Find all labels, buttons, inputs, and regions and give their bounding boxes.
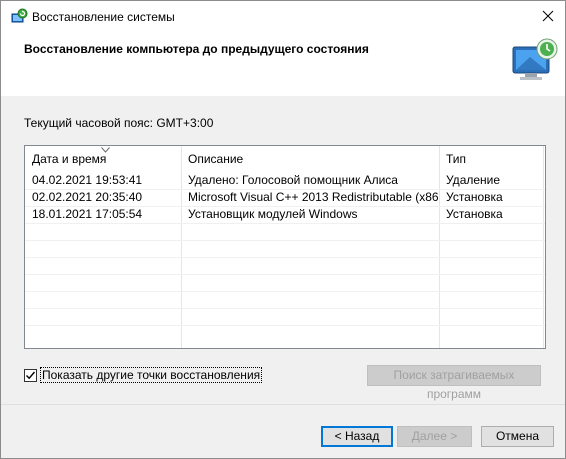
row-date: 18.01.2021 17:05:54 xyxy=(32,207,143,221)
row-gridline xyxy=(25,240,545,241)
row-description: Установщик модулей Windows xyxy=(188,207,358,221)
table-row[interactable]: 18.01.2021 17:05:54 Установщик модулей W… xyxy=(25,206,545,223)
list-header: Дата и время Описание Тип xyxy=(25,146,545,172)
close-button[interactable] xyxy=(531,1,565,31)
next-button[interactable]: Далее > xyxy=(397,426,472,447)
footer-divider xyxy=(1,404,565,405)
row-gridline xyxy=(25,274,545,275)
back-button[interactable]: < Назад xyxy=(321,426,393,447)
window-title: Восстановление системы xyxy=(32,10,175,24)
column-header-date[interactable]: Дата и время xyxy=(25,146,181,172)
scan-affected-programs-button[interactable]: Поиск затрагиваемых программ xyxy=(367,365,541,401)
system-restore-window: Восстановление системы Восстановление ко… xyxy=(0,0,566,459)
cancel-button[interactable]: Отмена xyxy=(481,426,554,447)
checkmark-icon xyxy=(26,371,36,379)
page-heading: Восстановление компьютера до предыдущего… xyxy=(24,42,369,56)
row-type: Удаление xyxy=(446,173,501,187)
show-more-checkbox[interactable]: Показать другие точки восстановления xyxy=(24,367,263,383)
row-type: Установка xyxy=(446,207,503,221)
row-date: 02.02.2021 20:35:40 xyxy=(32,190,143,204)
row-type: Установка xyxy=(446,190,503,204)
checkbox-box[interactable] xyxy=(24,368,37,382)
restore-points-list[interactable]: Дата и время Описание Тип 04.02.2021 19:… xyxy=(24,145,546,349)
show-more-label[interactable]: Показать другие точки восстановления xyxy=(40,367,263,383)
row-description: Удалено: Голосовой помощник Алиса xyxy=(188,173,398,187)
row-gridline xyxy=(25,223,545,224)
table-row[interactable]: 04.02.2021 19:53:41 Удалено: Голосовой п… xyxy=(25,172,545,189)
table-row[interactable]: 02.02.2021 20:35:40 Microsoft Visual C++… xyxy=(25,189,545,206)
restore-computer-icon xyxy=(512,38,558,80)
row-date: 04.02.2021 19:53:41 xyxy=(32,173,143,187)
close-icon xyxy=(542,10,554,22)
row-gridline xyxy=(25,325,545,326)
header-panel: Восстановление системы Восстановление ко… xyxy=(1,1,565,96)
row-gridline xyxy=(25,308,545,309)
column-header-description[interactable]: Описание xyxy=(181,146,439,172)
timezone-label: Текущий часовой пояс: GMT+3:00 xyxy=(24,116,214,130)
row-gridline xyxy=(25,291,545,292)
row-description: Microsoft Visual C++ 2013 Redistributabl… xyxy=(188,190,439,204)
system-restore-icon xyxy=(11,8,28,23)
row-gridline xyxy=(25,257,545,258)
column-header-type[interactable]: Тип xyxy=(439,146,543,172)
